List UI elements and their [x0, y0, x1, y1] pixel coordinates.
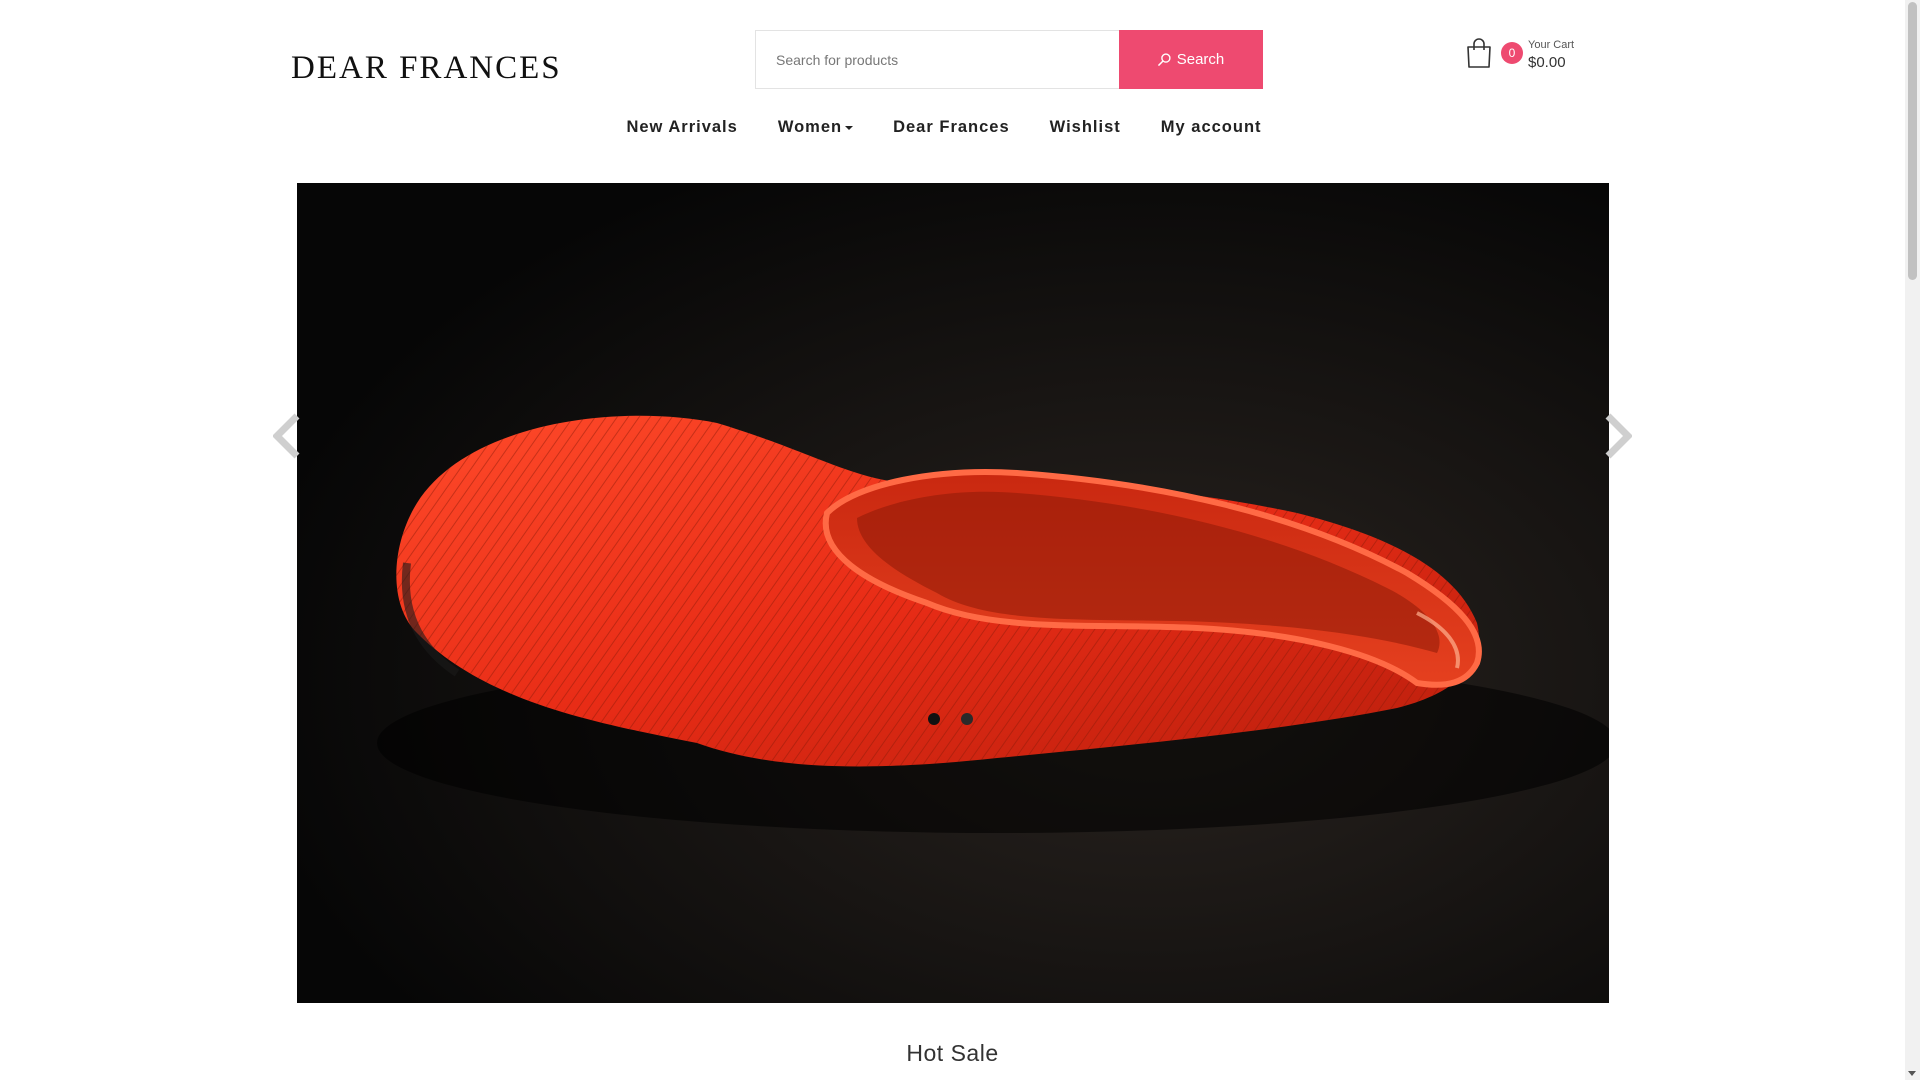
nav-item-label: My account	[1160, 118, 1262, 136]
search-button[interactable]: Search	[1119, 30, 1263, 89]
page-scrollbar[interactable]	[1905, 0, 1920, 1080]
nav-item-women[interactable]: Women	[758, 118, 873, 137]
hero-image-red-shoe	[297, 183, 1609, 1003]
cart-count-badge: 0	[1501, 42, 1523, 64]
brand-logo[interactable]: DEAR FRANCES	[291, 50, 562, 87]
slider-dots	[928, 713, 973, 725]
scroll-down-arrow-icon[interactable]	[1908, 1071, 1916, 1076]
nav-item-label: Wishlist	[1049, 118, 1121, 136]
nav-item-wishlist[interactable]: Wishlist	[1030, 118, 1141, 137]
search-icon	[1157, 53, 1171, 66]
nav-item-dear-frances[interactable]: Dear Frances	[873, 118, 1030, 137]
scrollbar-thumb[interactable]	[1908, 2, 1917, 280]
chevron-left-icon[interactable]	[273, 412, 301, 460]
cart-label: Your Cart	[1528, 39, 1575, 51]
nav-item-label: New Arrivals	[626, 118, 738, 136]
slider-dot-2[interactable]	[961, 713, 973, 725]
nav-item-new-arrivals[interactable]: New Arrivals	[606, 118, 757, 137]
nav-item-label: Women	[777, 118, 843, 136]
nav-item-label: Dear Frances	[893, 118, 1010, 136]
slider-dot-1[interactable]	[928, 713, 940, 725]
search-button-label: Search	[1176, 51, 1225, 68]
main-nav: New Arrivals Women Dear Frances Wishlist…	[0, 118, 1905, 137]
hero-slider[interactable]	[297, 183, 1609, 1003]
caret-down-icon	[845, 125, 854, 130]
chevron-right-icon[interactable]	[1604, 412, 1632, 460]
nav-item-my-account[interactable]: My account	[1141, 118, 1282, 137]
cart-total: $0.00	[1528, 54, 1566, 71]
search-form: Search	[755, 30, 1263, 89]
shopping-bag-icon	[1467, 38, 1491, 68]
hot-sale-heading: Hot Sale	[906, 1040, 999, 1066]
cart-widget[interactable]: 0 Your Cart $0.00	[1466, 38, 1586, 74]
search-input[interactable]	[755, 30, 1119, 89]
page: DEAR FRANCES Search 0 Your Cart $0.00 Ne…	[0, 0, 1905, 1080]
